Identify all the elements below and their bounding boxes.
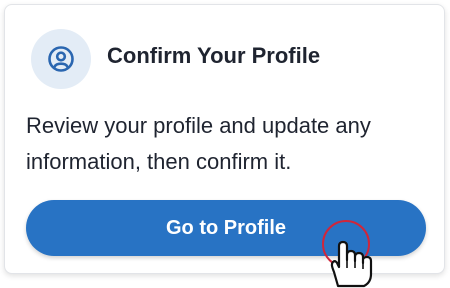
card-description: Review your profile and update any infor… [26, 113, 371, 174]
go-to-profile-button[interactable]: Go to Profile [26, 200, 426, 256]
profile-icon [31, 29, 91, 89]
card-title: Confirm Your Profile [107, 43, 321, 68]
